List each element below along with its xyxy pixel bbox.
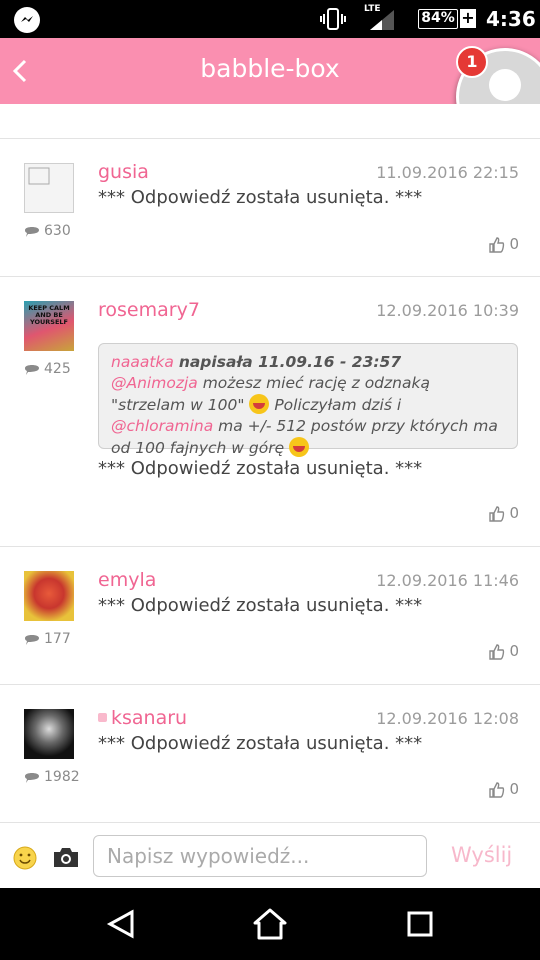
post-feed[interactable]: 630 gusia 11.09.2016 22:15 *** Odpowiedź…: [0, 104, 540, 822]
avatar[interactable]: KEEP CALM AND BE YOURSELF: [24, 301, 74, 351]
online-status-icon: [98, 713, 107, 722]
emoji-picker-icon[interactable]: [13, 846, 37, 870]
post-item: 1982 ksanaru 12.09.2016 12:08 *** Odpowi…: [0, 685, 540, 822]
quote-header: napisała 11.09.16 - 23:57: [178, 353, 402, 371]
author-name[interactable]: ksanaru: [98, 707, 187, 729]
mention-link[interactable]: @Animozja: [111, 374, 198, 392]
laughing-emoji-icon: [289, 437, 310, 457]
thumb-up-icon: [489, 781, 505, 798]
status-bar: LTE 84% + 4:36: [0, 0, 540, 38]
back-nav-icon[interactable]: [104, 906, 140, 942]
post-count: 177: [24, 631, 71, 647]
thumb-up-icon: [489, 643, 505, 660]
like-button[interactable]: 0: [488, 780, 519, 798]
speech-bubble-icon: [25, 227, 39, 237]
message-input[interactable]: Napisz wypowiedź...: [93, 835, 427, 877]
author-name[interactable]: rosemary7: [98, 299, 200, 321]
post-text: *** Odpowiedź została usunięta. ***: [98, 595, 423, 616]
laughing-emoji-icon: [249, 394, 270, 414]
battery-indicator: 84% +: [418, 9, 476, 29]
post-count: 630: [24, 223, 71, 239]
post-date: 12.09.2016 10:39: [376, 301, 519, 320]
post-count: 1982: [24, 769, 80, 785]
like-button[interactable]: 0: [488, 504, 519, 522]
mention-link[interactable]: @chloramina: [111, 417, 213, 435]
send-button[interactable]: Wyślij: [451, 843, 512, 867]
post-text: *** Odpowiedź została usunięta. ***: [98, 733, 423, 754]
quote-text: Policzyłam dziś i: [269, 396, 402, 414]
like-button[interactable]: 0: [488, 642, 519, 660]
camera-icon[interactable]: [52, 845, 80, 869]
vibrate-icon: [320, 8, 346, 30]
feed-top-divider: [0, 104, 540, 139]
broken-image-icon: [28, 167, 50, 185]
post-text: *** Odpowiedź została usunięta. ***: [98, 187, 423, 208]
speech-bubble-icon: [25, 773, 39, 783]
messenger-icon[interactable]: [14, 7, 40, 33]
system-nav-bar: [0, 888, 540, 960]
signal-icon: [370, 10, 394, 30]
avatar-caption: KEEP CALM AND BE YOURSELF: [28, 304, 70, 326]
post-count: 425: [24, 361, 71, 377]
post-date: 12.09.2016 12:08: [376, 709, 519, 728]
like-button[interactable]: 0: [488, 235, 519, 253]
avatar[interactable]: [24, 709, 74, 759]
quoted-reply: naaatka napisała 11.09.16 - 23:57 @Animo…: [98, 343, 518, 457]
post-date: 12.09.2016 11:46: [376, 571, 519, 590]
thumb-up-icon: [489, 505, 505, 522]
reply-composer: Napisz wypowiedź... Wyślij: [0, 822, 540, 889]
avatar[interactable]: [24, 571, 74, 621]
post-item: 630 gusia 11.09.2016 22:15 *** Odpowiedź…: [0, 139, 540, 277]
notification-badge: 1: [456, 46, 488, 78]
home-nav-icon[interactable]: [252, 906, 288, 942]
post-text: *** Odpowiedź została usunięta. ***: [98, 458, 423, 479]
author-name[interactable]: emyla: [98, 569, 156, 591]
post-item: KEEP CALM AND BE YOURSELF 425 rosemary7 …: [0, 277, 540, 547]
speech-bubble-icon: [25, 365, 39, 375]
battery-percent: 84%: [421, 10, 455, 26]
post-item: 177 emyla 12.09.2016 11:46 *** Odpowiedź…: [0, 547, 540, 685]
recents-nav-icon[interactable]: [402, 906, 438, 942]
thumb-up-icon: [489, 236, 505, 253]
post-date: 11.09.2016 22:15: [376, 163, 519, 182]
avatar[interactable]: [24, 163, 74, 213]
quote-author[interactable]: naaatka: [111, 353, 174, 371]
speech-bubble-icon: [25, 635, 39, 645]
charging-icon: +: [460, 8, 476, 28]
clock: 4:36: [486, 7, 536, 31]
author-name[interactable]: gusia: [98, 161, 149, 183]
